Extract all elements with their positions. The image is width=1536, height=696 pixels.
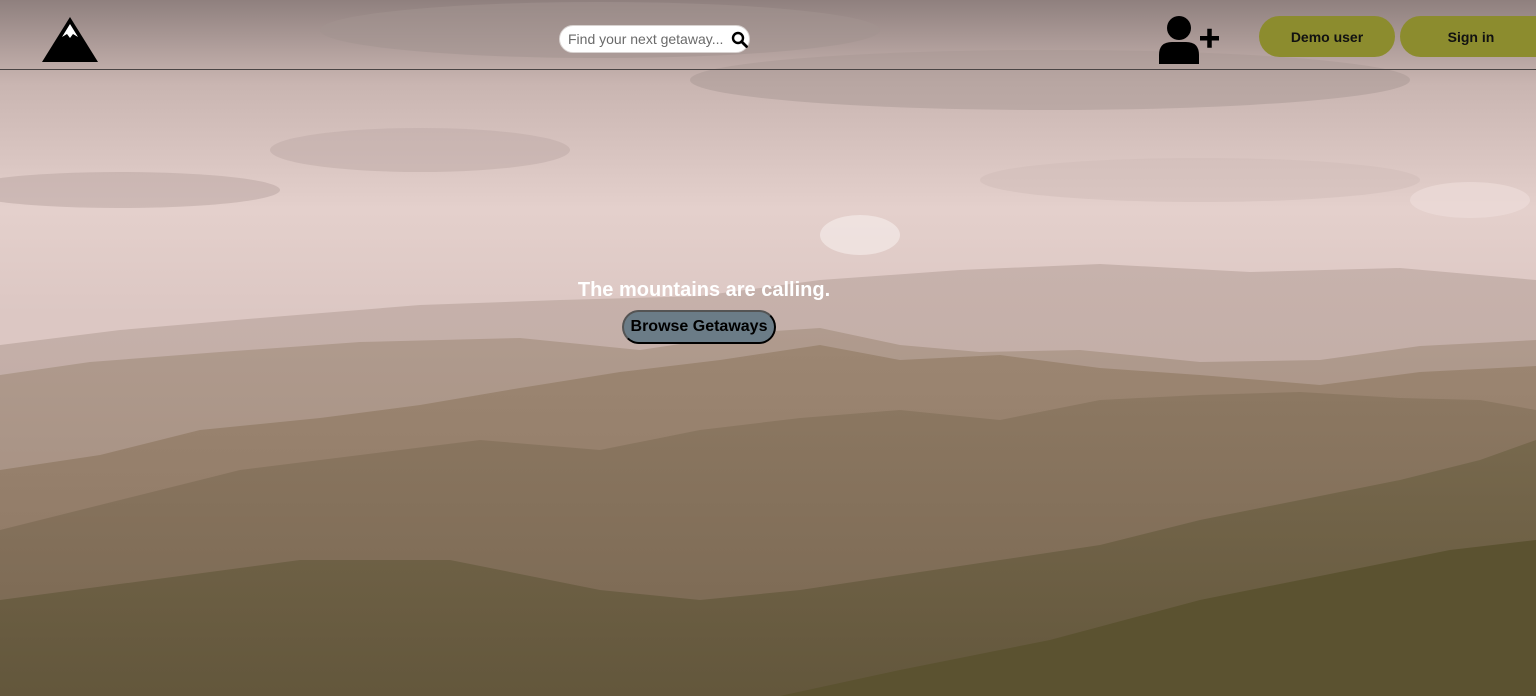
mountain-icon[interactable]	[40, 15, 100, 64]
mountain-background-image	[0, 0, 1536, 696]
search-bar	[559, 25, 750, 53]
top-nav-bar: Demo user Sign in	[0, 0, 1536, 70]
search-input[interactable]	[568, 29, 728, 49]
search-icon[interactable]	[731, 31, 748, 48]
hero-tagline: The mountains are calling.	[577, 279, 831, 301]
user-plus-icon[interactable]	[1158, 15, 1220, 64]
demo-user-button[interactable]: Demo user	[1259, 16, 1395, 57]
landing-page: Demo user Sign in The mountains are call…	[0, 0, 1536, 696]
browse-getaways-button[interactable]: Browse Getaways	[622, 310, 776, 344]
sign-in-button[interactable]: Sign in	[1400, 16, 1536, 57]
